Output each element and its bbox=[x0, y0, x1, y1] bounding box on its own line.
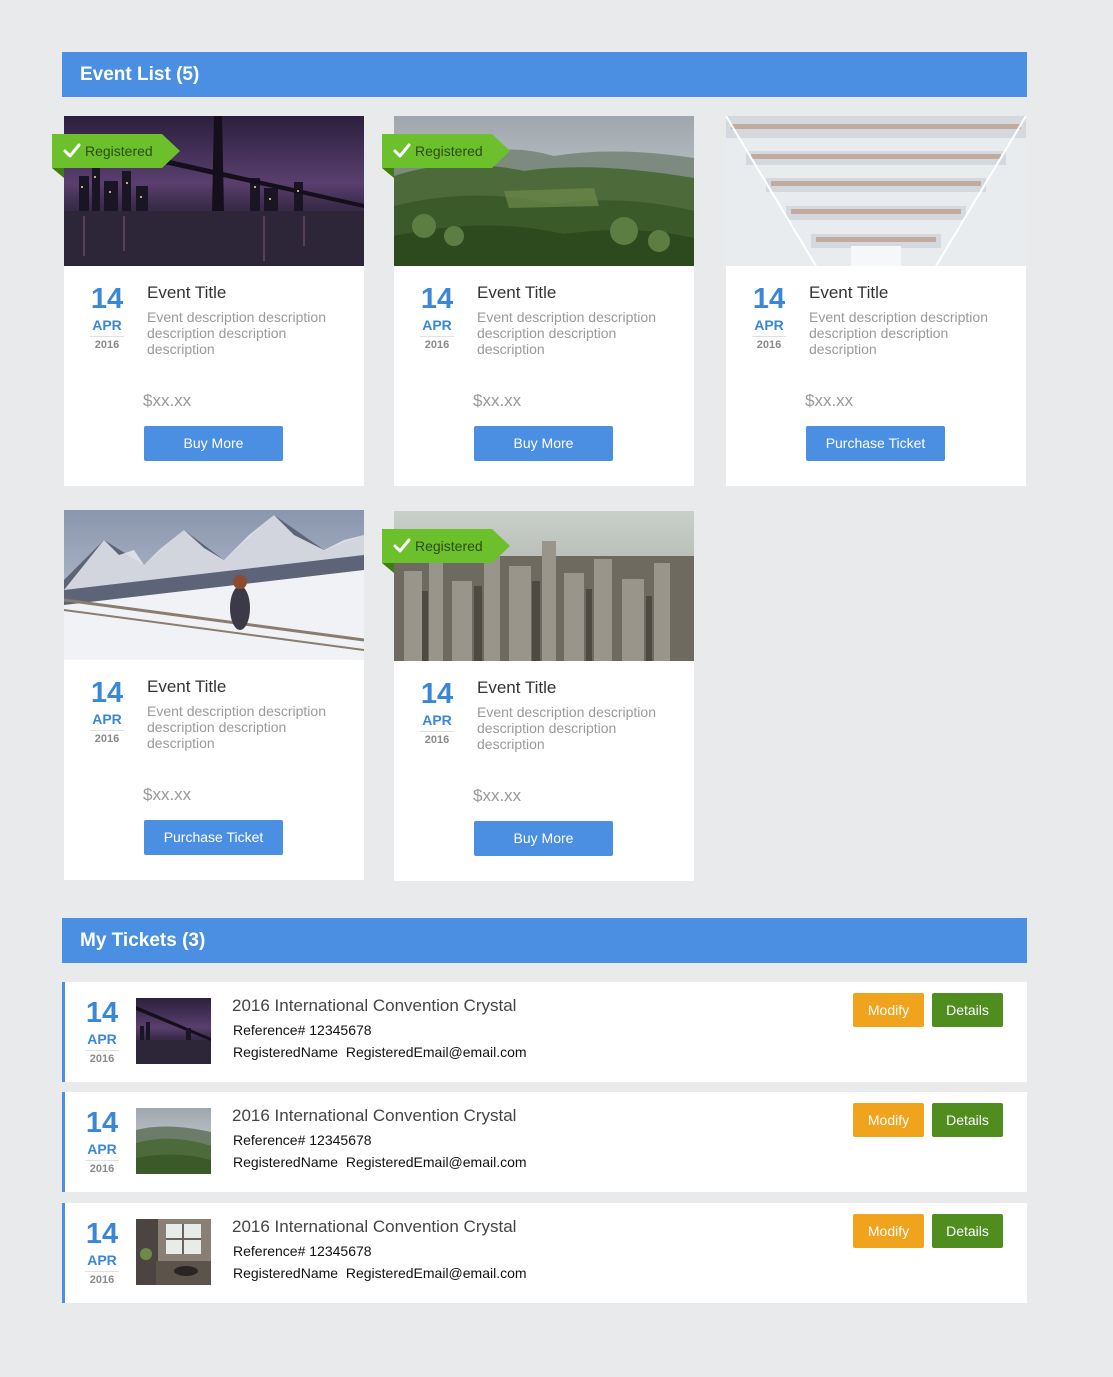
event-title: Event Title bbox=[477, 678, 557, 697]
check-icon bbox=[393, 538, 411, 553]
ticket-registrant: RegisteredName RegisteredEmail@email.com bbox=[233, 1044, 527, 1060]
date-day: 14 bbox=[90, 283, 124, 315]
event-price: $xx.xx bbox=[143, 785, 192, 804]
ticket-title: 2016 International Convention Crystal bbox=[232, 1106, 517, 1125]
event-description: Event description description descriptio… bbox=[147, 703, 326, 751]
date-month: APR bbox=[85, 1141, 119, 1161]
date-month: APR bbox=[90, 317, 124, 337]
registered-name: RegisteredName bbox=[233, 1044, 339, 1060]
date-month: APR bbox=[85, 1252, 119, 1272]
registered-name: RegisteredName bbox=[233, 1154, 339, 1170]
event-date: 14 APR 2016 bbox=[744, 284, 794, 353]
ticket-registrant: RegisteredName RegisteredEmail@email.com bbox=[233, 1265, 527, 1281]
registered-email: RegisteredEmail@email.com bbox=[345, 1154, 527, 1170]
ticket-row: 14 APR 2016 2016 International Conventio… bbox=[62, 1203, 1027, 1303]
event-title: Event Title bbox=[809, 283, 889, 302]
registered-ribbon: Registered bbox=[382, 529, 510, 573]
buy-more-button[interactable]: Buy More bbox=[474, 821, 613, 856]
details-button[interactable]: Details bbox=[932, 1103, 1003, 1137]
ticket-reference: Reference# 12345678 bbox=[233, 1243, 372, 1259]
event-price: $xx.xx bbox=[143, 391, 192, 410]
green-hills-landscape-photo bbox=[136, 1108, 211, 1174]
buy-more-button[interactable]: Buy More bbox=[474, 426, 613, 461]
event-price: $xx.xx bbox=[473, 786, 522, 805]
event-list-header: Event List (5) bbox=[62, 52, 1027, 97]
details-button[interactable]: Details bbox=[932, 993, 1003, 1027]
event-description: Event description description descriptio… bbox=[809, 309, 988, 357]
ticket-row: 14 APR 2016 2016 International Conventio… bbox=[62, 982, 1027, 1082]
date-year: 2016 bbox=[94, 733, 120, 745]
registered-name: RegisteredName bbox=[233, 1265, 339, 1281]
event-description: Event description description descriptio… bbox=[477, 704, 656, 752]
check-icon bbox=[393, 143, 411, 158]
my-tickets-title: My Tickets (3) bbox=[80, 930, 206, 951]
purchase-ticket-button[interactable]: Purchase Ticket bbox=[144, 820, 283, 855]
date-month: APR bbox=[90, 711, 124, 731]
event-date: 14 APR 2016 bbox=[82, 678, 132, 747]
date-year: 2016 bbox=[89, 1053, 115, 1065]
registered-ribbon: Registered bbox=[52, 134, 180, 178]
date-day: 14 bbox=[420, 678, 454, 710]
check-icon bbox=[63, 143, 81, 158]
details-button[interactable]: Details bbox=[932, 1214, 1003, 1248]
registered-label: Registered bbox=[415, 143, 483, 159]
event-card[interactable]: 14 APR 2016 Event Title Event descriptio… bbox=[64, 510, 364, 880]
snowy-mountains-photo bbox=[64, 510, 364, 660]
event-title: Event Title bbox=[477, 283, 557, 302]
date-day: 14 bbox=[85, 1218, 119, 1250]
ticket-reference: Reference# 12345678 bbox=[233, 1022, 372, 1038]
date-year: 2016 bbox=[756, 339, 782, 351]
buy-more-button[interactable]: Buy More bbox=[144, 426, 283, 461]
event-title: Event Title bbox=[147, 677, 227, 696]
registered-email: RegisteredEmail@email.com bbox=[345, 1044, 527, 1060]
date-day: 14 bbox=[420, 283, 454, 315]
date-day: 14 bbox=[752, 283, 786, 315]
event-date: 14 APR 2016 bbox=[412, 679, 462, 748]
ticket-title: 2016 International Convention Crystal bbox=[232, 1217, 517, 1236]
date-month: APR bbox=[420, 317, 454, 337]
ticket-title: 2016 International Convention Crystal bbox=[232, 996, 517, 1015]
registered-ribbon: Registered bbox=[382, 134, 510, 178]
date-day: 14 bbox=[90, 677, 124, 709]
office-interior-photo bbox=[136, 1219, 211, 1285]
event-list-title: Event List (5) bbox=[80, 64, 200, 85]
bridge-night-skyline-photo bbox=[136, 998, 211, 1064]
date-year: 2016 bbox=[424, 339, 450, 351]
purchase-ticket-button[interactable]: Purchase Ticket bbox=[806, 426, 945, 461]
date-month: APR bbox=[85, 1031, 119, 1051]
date-day: 14 bbox=[85, 1107, 119, 1139]
date-year: 2016 bbox=[424, 734, 450, 746]
event-price: $xx.xx bbox=[805, 391, 854, 410]
ticket-registrant: RegisteredName RegisteredEmail@email.com bbox=[233, 1154, 527, 1170]
registered-label: Registered bbox=[85, 143, 153, 159]
event-card[interactable]: Registered 14 APR 2016 Event Title Event… bbox=[52, 116, 364, 486]
event-date: 14 APR 2016 bbox=[82, 284, 132, 353]
date-year: 2016 bbox=[89, 1163, 115, 1175]
event-price: $xx.xx bbox=[473, 391, 522, 410]
event-description: Event description description descriptio… bbox=[147, 309, 326, 357]
date-year: 2016 bbox=[94, 339, 120, 351]
event-card[interactable]: Registered 14 APR 2016 Event Title Event… bbox=[382, 116, 694, 486]
ticket-reference: Reference# 12345678 bbox=[233, 1132, 372, 1148]
date-year: 2016 bbox=[89, 1274, 115, 1286]
event-card[interactable]: 14 APR 2016 Event Title Event descriptio… bbox=[726, 116, 1026, 486]
ticket-date: 14 APR 2016 bbox=[77, 1219, 127, 1288]
modify-button[interactable]: Modify bbox=[853, 1214, 924, 1248]
my-tickets-header: My Tickets (3) bbox=[62, 918, 1027, 963]
date-month: APR bbox=[420, 712, 454, 732]
library-interior-photo bbox=[726, 116, 1026, 266]
event-title: Event Title bbox=[147, 283, 227, 302]
date-day: 14 bbox=[85, 997, 119, 1029]
event-card[interactable]: Registered 14 APR 2016 Event Title Event… bbox=[382, 511, 694, 881]
ticket-date: 14 APR 2016 bbox=[77, 1108, 127, 1177]
registered-label: Registered bbox=[415, 538, 483, 554]
event-description: Event description description descriptio… bbox=[477, 309, 656, 357]
modify-button[interactable]: Modify bbox=[853, 993, 924, 1027]
modify-button[interactable]: Modify bbox=[853, 1103, 924, 1137]
ticket-date: 14 APR 2016 bbox=[77, 998, 127, 1067]
date-month: APR bbox=[752, 317, 786, 337]
ticket-row: 14 APR 2016 2016 International Conventio… bbox=[62, 1092, 1027, 1192]
registered-email: RegisteredEmail@email.com bbox=[345, 1265, 527, 1281]
event-date: 14 APR 2016 bbox=[412, 284, 462, 353]
